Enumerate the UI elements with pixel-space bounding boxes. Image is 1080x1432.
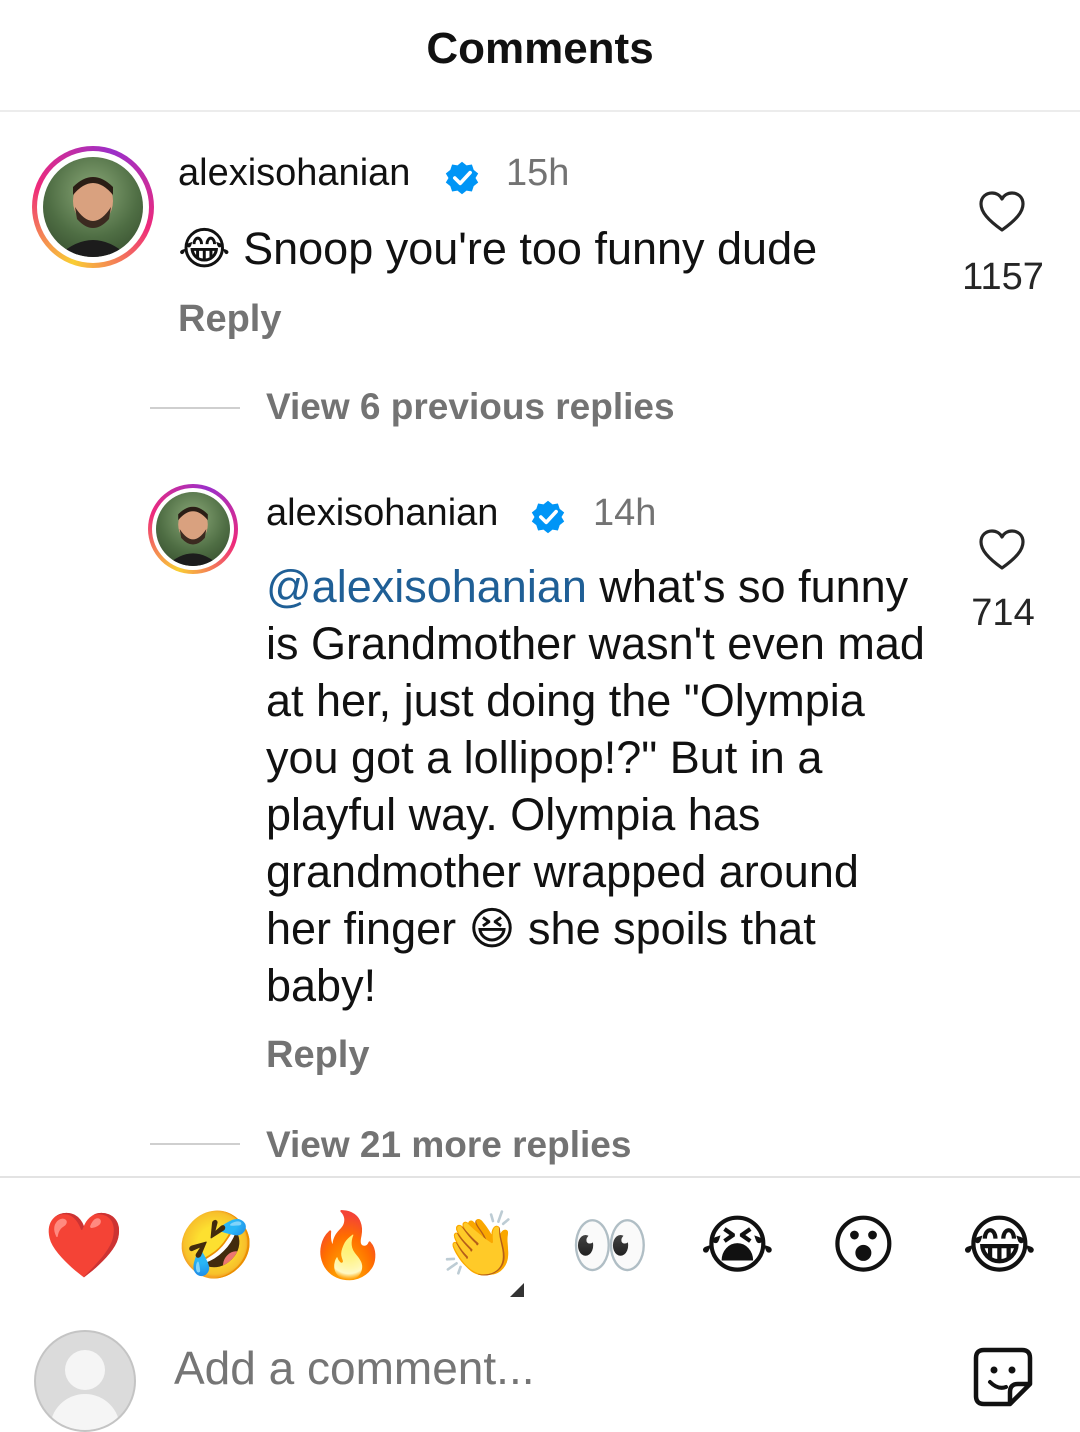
comment-username[interactable]: alexisohanian bbox=[178, 152, 410, 195]
composer-divider bbox=[0, 1176, 1080, 1178]
avatar[interactable] bbox=[32, 146, 154, 268]
view-replies-button[interactable]: View 21 more replies bbox=[266, 1124, 631, 1166]
page-title: Comments bbox=[426, 24, 654, 73]
skin-tone-indicator-icon bbox=[510, 1283, 524, 1297]
divider-line bbox=[150, 1143, 240, 1145]
reply-button[interactable]: Reply bbox=[266, 1034, 369, 1077]
comment-username[interactable]: alexisohanian bbox=[266, 492, 498, 535]
avatar[interactable] bbox=[148, 484, 238, 574]
clapping-hands-emoji-button[interactable]: 👏 bbox=[440, 1210, 520, 1280]
tears-of-joy-emoji-button[interactable]: 😂 bbox=[962, 1210, 1037, 1280]
fire-emoji-button[interactable]: 🔥 bbox=[308, 1210, 388, 1280]
like-count: 714 bbox=[971, 592, 1035, 634]
profile-photo bbox=[57, 177, 129, 257]
view-replies-button[interactable]: View 6 previous replies bbox=[266, 386, 675, 428]
add-comment-input[interactable] bbox=[172, 1340, 916, 1396]
comment-timestamp: 15h bbox=[506, 152, 570, 194]
heart-icon[interactable] bbox=[978, 190, 1026, 234]
divider-line bbox=[150, 407, 240, 409]
laughing-emoji: 😂 bbox=[178, 223, 231, 274]
mention-link[interactable]: @alexisohanian bbox=[266, 561, 587, 612]
sticker-icon[interactable] bbox=[972, 1346, 1034, 1408]
comment-text: 😂 Snoop you're too funny dude bbox=[178, 223, 818, 274]
reply-button[interactable]: Reply bbox=[178, 298, 281, 341]
heart-icon[interactable] bbox=[978, 528, 1026, 572]
profile-photo bbox=[166, 506, 220, 566]
eyes-emoji-button[interactable]: 👀 bbox=[570, 1210, 650, 1280]
grinning-squinting-emoji: 😆 bbox=[468, 903, 516, 954]
crying-emoji-button[interactable]: 😭 bbox=[700, 1210, 775, 1280]
rofl-emoji-button[interactable]: 🤣 bbox=[176, 1210, 256, 1280]
verified-badge-icon bbox=[531, 500, 565, 534]
comment-text: @alexisohanian what's so funny is Grandm… bbox=[266, 561, 925, 1011]
red-heart-emoji-button[interactable]: ❤️ bbox=[44, 1210, 124, 1280]
verified-badge-icon bbox=[445, 161, 479, 195]
surprised-emoji-button[interactable]: 😮 bbox=[830, 1210, 897, 1280]
comment-timestamp: 14h bbox=[593, 492, 657, 534]
current-user-avatar bbox=[34, 1330, 136, 1432]
like-count: 1157 bbox=[962, 256, 1044, 298]
comments-header: Comments bbox=[0, 0, 1080, 112]
